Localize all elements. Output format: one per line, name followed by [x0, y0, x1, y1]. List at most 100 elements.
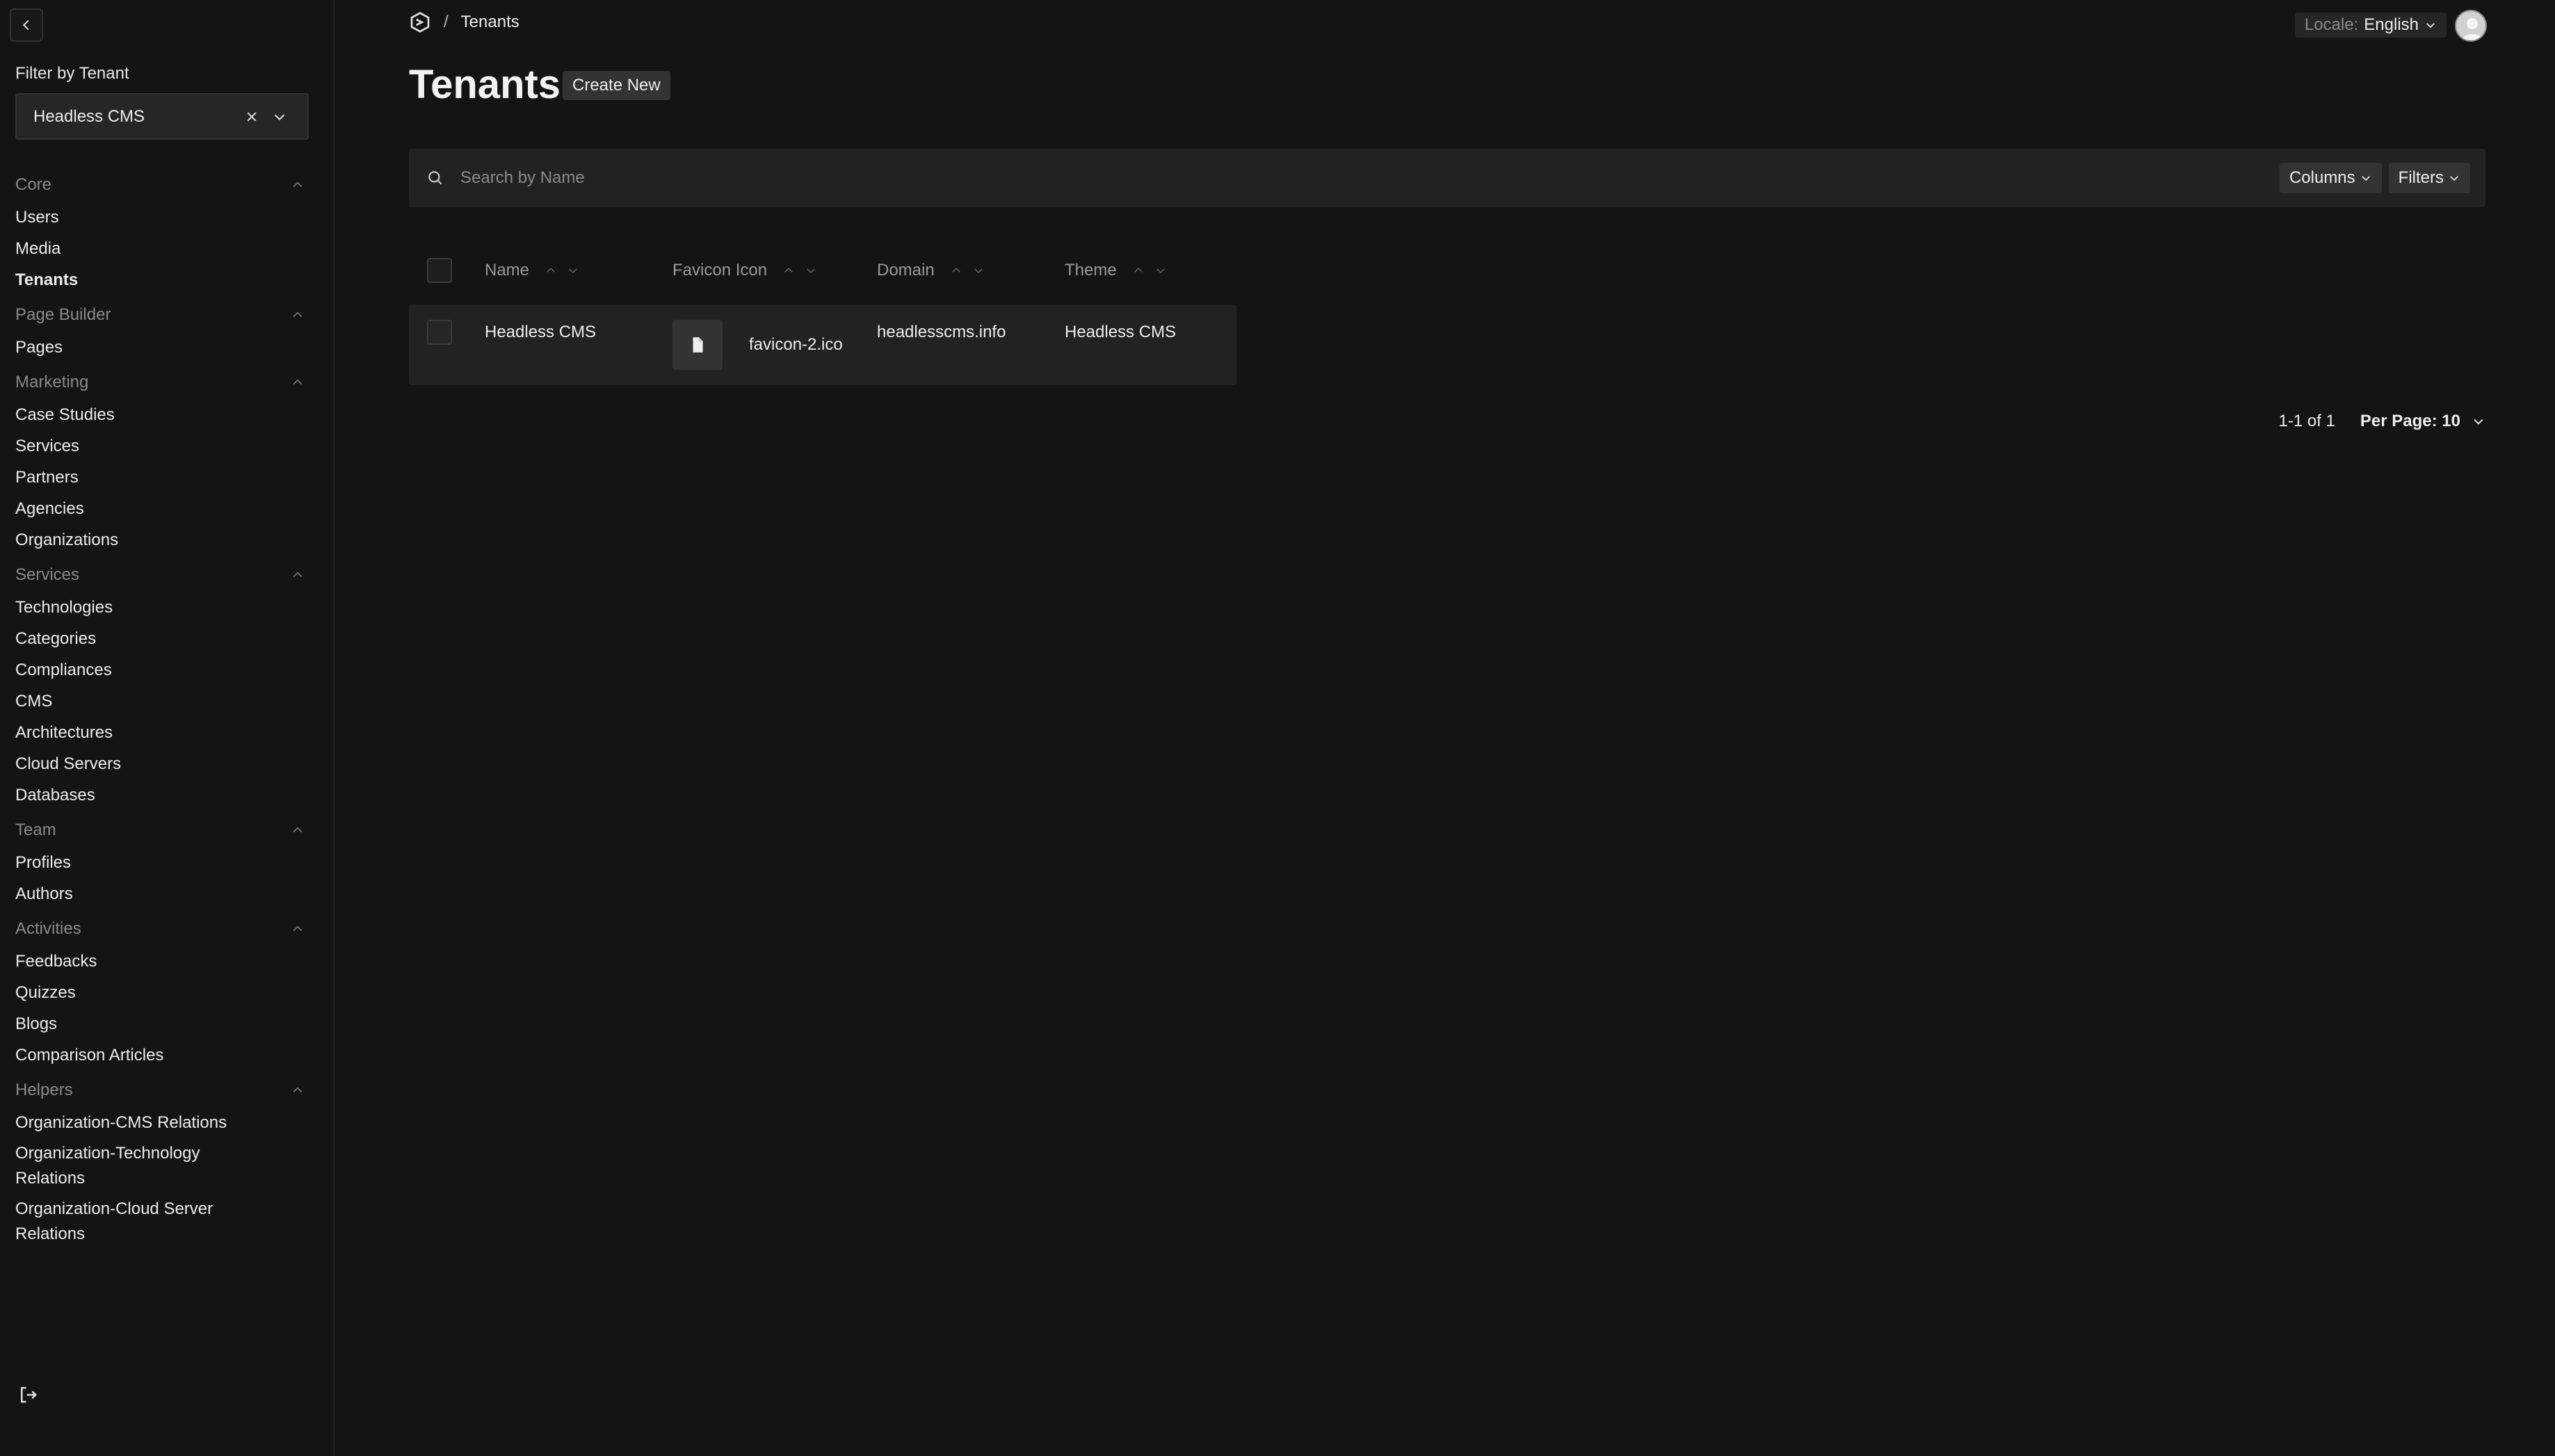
- nav-group-toggle-services[interactable]: Services: [0, 564, 320, 586]
- filters-label: Filters: [2398, 168, 2444, 187]
- nav-group-label: Helpers: [15, 1081, 73, 1099]
- search-icon: [424, 167, 446, 189]
- nav-group-helpers: Helpers Organization-CMS Relations Organ…: [0, 1079, 320, 1247]
- collapse-sidebar-button[interactable]: [10, 8, 43, 42]
- sort-asc-icon[interactable]: [950, 264, 962, 277]
- per-page-selector[interactable]: Per Page: 10: [2360, 412, 2485, 431]
- sort-desc-icon[interactable]: [972, 264, 985, 277]
- sidebar-item-comparison-articles[interactable]: Comparison Articles: [0, 1040, 320, 1071]
- tenants-table: Name Favicon Icon Domain Theme Headless …: [409, 250, 1236, 385]
- select-all-checkbox[interactable]: [427, 258, 452, 283]
- columns-button[interactable]: Columns: [2279, 163, 2382, 193]
- pagination: 1-1 of 1 Per Page: 10: [2279, 412, 2485, 431]
- chevron-down-icon: [274, 114, 285, 120]
- tenant-select-value: Headless CMS: [33, 106, 145, 126]
- cell-name[interactable]: Headless CMS: [485, 305, 672, 342]
- search-input[interactable]: [460, 168, 2273, 188]
- sidebar-item-databases[interactable]: Databases: [0, 779, 320, 811]
- breadcrumb-separator: /: [444, 13, 449, 31]
- main-content: / Tenants Locale: English Tenants Create…: [336, 0, 2555, 1456]
- sidebar-item-organization-cms-relations[interactable]: Organization-CMS Relations: [0, 1107, 320, 1138]
- sidebar-item-pages[interactable]: Pages: [0, 332, 320, 363]
- sort-asc-icon[interactable]: [782, 264, 795, 277]
- home-logo-link[interactable]: [409, 11, 431, 33]
- sort-asc-icon[interactable]: [1132, 264, 1145, 277]
- filters-button[interactable]: Filters: [2388, 163, 2470, 193]
- column-header-theme: Theme: [1065, 261, 1232, 280]
- sidebar-item-organization-cloud-server-relations[interactable]: Organization-Cloud Server Relations: [0, 1194, 229, 1247]
- sort-asc-icon[interactable]: [545, 264, 557, 277]
- sidebar-item-authors[interactable]: Authors: [0, 878, 320, 909]
- search-bar: Columns Filters: [409, 149, 2485, 207]
- nav-group-toggle-marketing[interactable]: Marketing: [0, 371, 320, 394]
- sidebar-item-partners[interactable]: Partners: [0, 462, 320, 493]
- nav-group-label: Core: [15, 175, 52, 194]
- sidebar-item-case-studies[interactable]: Case Studies: [0, 399, 320, 430]
- table-row[interactable]: Headless CMS favicon-2.ico headlesscms.i…: [409, 305, 1236, 385]
- nav-group-toggle-helpers[interactable]: Helpers: [0, 1079, 320, 1101]
- columns-label: Columns: [2289, 168, 2355, 187]
- sidebar-item-technologies[interactable]: Technologies: [0, 592, 320, 623]
- sidebar-item-media[interactable]: Media: [0, 233, 320, 264]
- sidebar-item-profiles[interactable]: Profiles: [0, 847, 320, 878]
- nav-group-label: Page Builder: [15, 305, 111, 324]
- sidebar-item-quizzes[interactable]: Quizzes: [0, 977, 320, 1008]
- chevron-left-icon: [22, 19, 29, 31]
- nav-group-toggle-core[interactable]: Core: [0, 174, 320, 196]
- logout-button[interactable]: [15, 1382, 40, 1407]
- sidebar-item-compliances[interactable]: Compliances: [0, 654, 320, 686]
- nav-group-toggle-team[interactable]: Team: [0, 819, 320, 841]
- sort-controls: [782, 264, 817, 277]
- sidebar-item-users[interactable]: Users: [0, 202, 320, 233]
- create-new-button[interactable]: Create New: [563, 71, 670, 100]
- column-header-label: Domain: [877, 261, 935, 280]
- sidebar-item-organization-technology-relations[interactable]: Organization-Technology Relations: [0, 1138, 229, 1194]
- column-header-label: Favicon Icon: [672, 261, 768, 280]
- chevron-down-icon: [2474, 419, 2483, 425]
- tenant-dropdown-toggle[interactable]: [268, 106, 291, 128]
- avatar[interactable]: [2455, 10, 2487, 42]
- sort-desc-icon[interactable]: [1154, 264, 1167, 277]
- breadcrumb: / Tenants: [409, 11, 519, 33]
- sidebar-item-cloud-servers[interactable]: Cloud Servers: [0, 748, 320, 779]
- close-icon: [247, 111, 257, 122]
- chevron-up-icon: [293, 312, 303, 318]
- sidebar-item-tenants[interactable]: Tenants: [0, 264, 320, 296]
- sidebar-item-organizations[interactable]: Organizations: [0, 524, 320, 556]
- sidebar-item-agencies[interactable]: Agencies: [0, 493, 320, 524]
- locale-selector[interactable]: Locale: English: [2294, 13, 2447, 38]
- sidebar-item-blogs[interactable]: Blogs: [0, 1008, 320, 1040]
- sort-controls: [545, 264, 579, 277]
- chevron-up-icon: [293, 925, 303, 932]
- sidebar-item-feedbacks[interactable]: Feedbacks: [0, 946, 320, 977]
- cell-theme: Headless CMS: [1065, 323, 1177, 341]
- chevron-up-icon: [293, 181, 303, 188]
- favicon-thumbnail: [672, 320, 723, 370]
- nav-group-toggle-page-builder[interactable]: Page Builder: [0, 304, 320, 326]
- sort-desc-icon[interactable]: [805, 264, 817, 277]
- chevron-up-icon: [293, 1087, 303, 1093]
- cell-domain: headlesscms.info: [877, 323, 1006, 341]
- sidebar-item-services[interactable]: Services: [0, 430, 320, 462]
- tenant-select[interactable]: Headless CMS: [15, 93, 309, 140]
- sidebar-item-architectures[interactable]: Architectures: [0, 717, 320, 748]
- favicon-filename: favicon-2.ico: [749, 335, 843, 354]
- chevron-down-icon: [2361, 176, 2370, 181]
- locale-value: English: [2364, 15, 2419, 34]
- nav-group-label: Activities: [15, 919, 81, 938]
- nav-group-toggle-activities[interactable]: Activities: [0, 918, 320, 940]
- sidebar-item-cms[interactable]: CMS: [0, 686, 320, 717]
- chevron-down-icon: [2426, 23, 2435, 29]
- chevron-up-icon: [293, 379, 303, 385]
- column-header-label: Name: [485, 261, 530, 280]
- nav-group-marketing: Marketing Case Studies Services Partners…: [0, 371, 320, 556]
- nav-group-label: Marketing: [15, 373, 89, 391]
- sort-desc-icon[interactable]: [567, 264, 579, 277]
- sidebar-item-categories[interactable]: Categories: [0, 623, 320, 654]
- page-title: Tenants: [409, 62, 561, 107]
- filter-by-tenant-label: Filter by Tenant: [15, 64, 129, 83]
- row-checkbox[interactable]: [427, 320, 452, 345]
- nav-group-services: Services Technologies Categories Complia…: [0, 564, 320, 811]
- clear-tenant-button[interactable]: [241, 106, 263, 128]
- pagination-range: 1-1 of 1: [2278, 412, 2335, 430]
